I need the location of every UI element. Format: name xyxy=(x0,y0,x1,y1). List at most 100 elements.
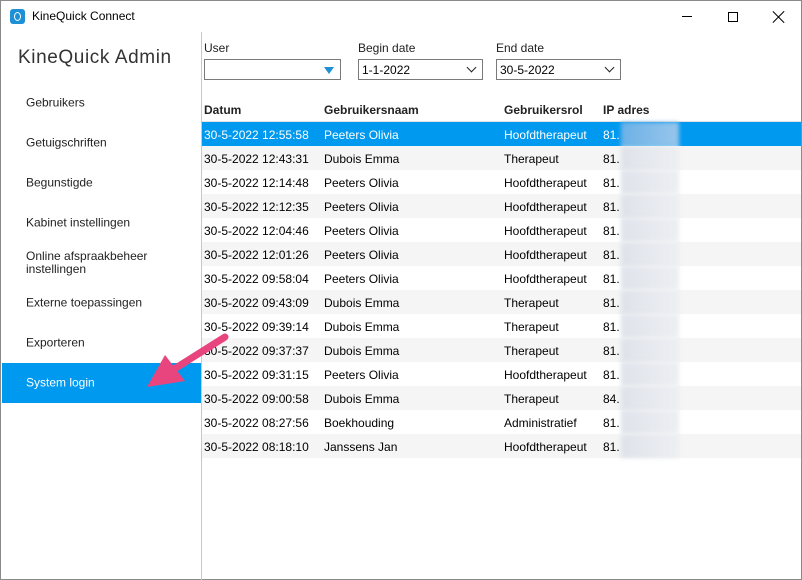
cell-datum: 30-5-2022 09:43:09 xyxy=(204,296,309,310)
redacted-ip-mask xyxy=(621,194,679,218)
column-header-datum[interactable]: Datum xyxy=(204,103,241,117)
redacted-ip-mask xyxy=(621,410,679,434)
cell-ip-adres: 81. xyxy=(603,200,620,214)
table-row[interactable]: 30-5-2022 09:31:15 Peeters Olivia Hoofdthe… xyxy=(202,362,801,386)
cell-gebruikersrol: Hoofdtherapeut xyxy=(504,440,587,454)
kinequick-app-icon xyxy=(10,9,25,24)
app-window: KineQuick Connect KineQuick Admin Gebrui… xyxy=(0,0,802,580)
cell-gebruikersrol: Hoofdtherapeut xyxy=(504,272,587,286)
user-dropdown[interactable] xyxy=(204,59,341,80)
begin-date-label: Begin date xyxy=(358,41,416,55)
cell-gebruikersnaam: Dubois Emma xyxy=(324,392,400,406)
cell-gebruikersnaam: Peeters Olivia xyxy=(324,128,399,142)
cell-datum: 30-5-2022 12:14:48 xyxy=(204,176,309,190)
redacted-ip-mask xyxy=(621,242,679,266)
cell-ip-adres: 81. xyxy=(603,248,620,262)
cell-datum: 30-5-2022 09:58:04 xyxy=(204,272,309,286)
table-row[interactable]: 30-5-2022 12:04:46 Peeters Olivia Hoofdthe… xyxy=(202,218,801,242)
cell-ip-adres: 81. xyxy=(603,296,620,310)
sidebar-item-label: Externe toepassingen xyxy=(26,295,143,310)
cell-datum: 30-5-2022 09:37:37 xyxy=(204,344,309,358)
sidebar-item-label: System login xyxy=(26,375,95,390)
maximize-icon xyxy=(728,11,738,22)
cell-gebruikersnaam: Dubois Emma xyxy=(324,152,400,166)
table-row[interactable]: 30-5-2022 09:00:58 Dubois Emma Therapeut 84… xyxy=(202,386,801,410)
cell-gebruikersnaam: Dubois Emma xyxy=(324,320,400,334)
redacted-ip-mask xyxy=(621,146,679,170)
table-row[interactable]: 30-5-2022 12:01:26 Peeters Olivia Hoofdthe… xyxy=(202,242,801,266)
cell-ip-adres: 81. xyxy=(603,320,620,334)
table-row[interactable]: 30-5-2022 09:43:09 Dubois Emma Therapeut 81… xyxy=(202,290,801,314)
title-bar: KineQuick Connect xyxy=(1,1,801,32)
maximize-button[interactable] xyxy=(710,1,756,32)
cell-ip-adres: 81. xyxy=(603,440,620,454)
cell-datum: 30-5-2022 12:04:46 xyxy=(204,224,309,238)
table-row[interactable]: 30-5-2022 09:39:14 Dubois Emma Therapeut 81… xyxy=(202,314,801,338)
end-date-value: 30-5-2022 xyxy=(500,63,555,77)
cell-gebruikersnaam: Peeters Olivia xyxy=(324,368,399,382)
chevron-down-icon xyxy=(466,62,477,73)
sidebar-item-exporteren[interactable]: Exporteren xyxy=(2,323,201,363)
sidebar-item-system-login[interactable]: System login xyxy=(2,363,201,403)
table-row[interactable]: 30-5-2022 09:58:04 Peeters Olivia Hoofdthe… xyxy=(202,266,801,290)
cell-gebruikersnaam: Janssens Jan xyxy=(324,440,398,454)
cell-gebruikersnaam: Peeters Olivia xyxy=(324,200,399,214)
minimize-icon xyxy=(682,16,692,17)
sidebar-item-label: Exporteren xyxy=(26,335,85,350)
redacted-ip-mask xyxy=(621,362,679,386)
sidebar-item-label: Kabinet instellingen xyxy=(26,215,131,230)
grid-header: Datum Gebruikersnaam Gebruikersrol IP ad… xyxy=(202,97,801,122)
table-row[interactable]: 30-5-2022 12:43:31 Dubois Emma Therapeut 81… xyxy=(202,146,801,170)
chevron-down-icon xyxy=(604,62,615,73)
triangle-down-icon xyxy=(324,67,334,74)
table-row[interactable]: 30-5-2022 09:37:37 Dubois Emma Therapeut 81… xyxy=(202,338,801,362)
grid-rows: 30-5-2022 12:55:58 Peeters Olivia Hoofdthe… xyxy=(202,122,801,458)
cell-gebruikersnaam: Dubois Emma xyxy=(324,296,400,310)
cell-gebruikersrol: Hoofdtherapeut xyxy=(504,200,587,214)
close-icon xyxy=(773,11,785,23)
cell-gebruikersrol: Administratief xyxy=(504,416,577,430)
cell-gebruikersrol: Therapeut xyxy=(504,344,559,358)
cell-datum: 30-5-2022 12:43:31 xyxy=(204,152,309,166)
table-row[interactable]: 30-5-2022 08:18:10 Janssens Jan Hoofdthera… xyxy=(202,434,801,458)
cell-ip-adres: 81. xyxy=(603,224,620,238)
redacted-ip-mask xyxy=(621,266,679,290)
cell-gebruikersnaam: Boekhouding xyxy=(324,416,395,430)
redacted-ip-mask xyxy=(621,338,679,362)
table-row[interactable]: 30-5-2022 08:27:56 Boekhouding Administrat… xyxy=(202,410,801,434)
cell-gebruikersrol: Therapeut xyxy=(504,296,559,310)
cell-gebruikersnaam: Dubois Emma xyxy=(324,344,400,358)
sidebar-item-label: Begunstigde xyxy=(26,175,93,190)
column-header-ip-adres[interactable]: IP adres xyxy=(603,103,649,117)
window-title: KineQuick Connect xyxy=(32,9,135,23)
sidebar-item-externe-toepassingen[interactable]: Externe toepassingen xyxy=(2,283,201,323)
table-row[interactable]: 30-5-2022 12:55:58 Peeters Olivia Hoofdthe… xyxy=(202,122,801,146)
begin-date-picker[interactable]: 1-1-2022 xyxy=(358,59,483,80)
table-row[interactable]: 30-5-2022 12:14:48 Peeters Olivia Hoofdthe… xyxy=(202,170,801,194)
cell-ip-adres: 84. xyxy=(603,392,620,406)
sidebar-item-kabinet-instellingen[interactable]: Kabinet instellingen xyxy=(2,203,201,243)
cell-datum: 30-5-2022 08:18:10 xyxy=(204,440,309,454)
redacted-ip-mask xyxy=(621,170,679,194)
sidebar-title: KineQuick Admin xyxy=(18,47,172,68)
cell-datum: 30-5-2022 12:12:35 xyxy=(204,200,309,214)
column-header-gebruikersnaam[interactable]: Gebruikersnaam xyxy=(324,103,419,117)
cell-ip-adres: 81. xyxy=(603,128,620,142)
sidebar-item-getuigschriften[interactable]: Getuigschriften xyxy=(2,123,201,163)
cell-datum: 30-5-2022 12:55:58 xyxy=(204,128,309,142)
cell-gebruikersnaam: Peeters Olivia xyxy=(324,224,399,238)
cell-gebruikersrol: Therapeut xyxy=(504,152,559,166)
sidebar-item-online-afspraakbeheer[interactable]: Online afspraakbeheer instellingen xyxy=(2,243,201,283)
redacted-ip-mask xyxy=(621,218,679,242)
sidebar: KineQuick Admin Gebruikers Getuigschrift… xyxy=(2,32,201,579)
close-button[interactable] xyxy=(756,1,802,32)
sidebar-item-begunstigde[interactable]: Begunstigde xyxy=(2,163,201,203)
end-date-picker[interactable]: 30-5-2022 xyxy=(496,59,621,80)
table-row[interactable]: 30-5-2022 12:12:35 Peeters Olivia Hoofdthe… xyxy=(202,194,801,218)
redacted-ip-mask xyxy=(621,434,679,458)
sidebar-item-gebruikers[interactable]: Gebruikers xyxy=(2,83,201,123)
cell-gebruikersrol: Therapeut xyxy=(504,320,559,334)
column-header-gebruikersrol[interactable]: Gebruikersrol xyxy=(504,103,583,117)
sidebar-item-label: Gebruikers xyxy=(26,95,85,110)
minimize-button[interactable] xyxy=(664,1,710,32)
